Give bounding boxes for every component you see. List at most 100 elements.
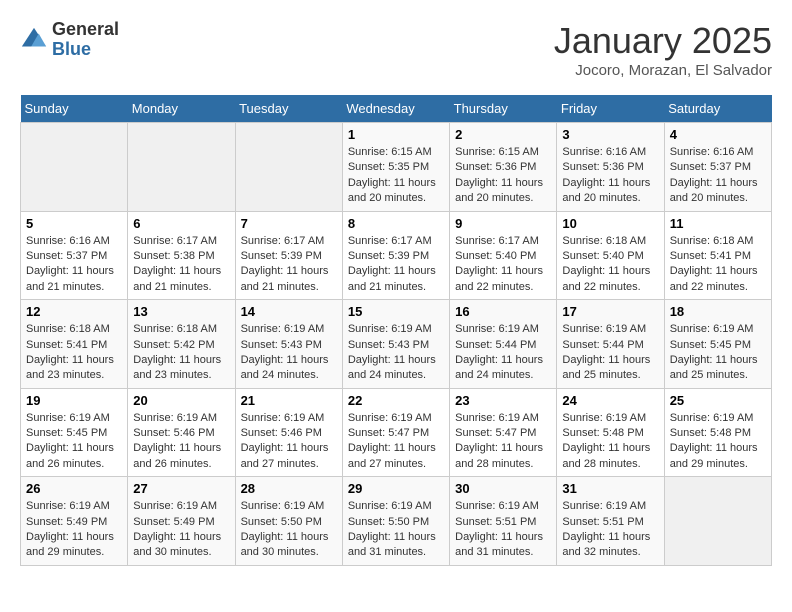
calendar-cell: 29Sunrise: 6:19 AM Sunset: 5:50 PM Dayli…: [342, 477, 449, 566]
calendar-cell: 21 Sunrise: 6:19 AM Sunset: 5:46 PM Dayli…: [235, 388, 342, 477]
weekday-header-thursday: Thursday: [450, 95, 557, 123]
day-info: Sunrise: 6:17 AM Sunset: 5:38 PM Dayligh…: [133, 234, 229, 296]
day-number: 16: [455, 304, 551, 319]
day-info: Sunrise: 6:18 AM Sunset: 5:41 PM Dayligh…: [670, 234, 766, 296]
calendar-cell: 27 Sunrise: 6:19 AM Sunset: 5:49 PM Dayli…: [128, 477, 235, 566]
day-info: Sunrise: 6:19 AM Sunset: 5:45 PM Dayligh…: [26, 411, 122, 473]
day-info: Sunrise: 6:19 AM Sunset: 5:48 PM Dayligh…: [562, 411, 658, 473]
calendar-cell: 1 Sunrise: 6:15 AM Sunset: 5:35 PM Daylig…: [342, 123, 449, 212]
calendar-cell: 16 Sunrise: 6:19 AM Sunset: 5:44 PM Dayli…: [450, 300, 557, 389]
calendar-cell: 20 Sunrise: 6:19 AM Sunset: 5:46 PM Dayli…: [128, 388, 235, 477]
title-block: January 2025 Jocoro, Morazan, El Salvado…: [554, 20, 772, 79]
day-number: 25: [670, 393, 766, 408]
logo-icon: [20, 26, 48, 54]
day-info: Sunrise: 6:19 AM Sunset: 5:43 PM Dayligh…: [241, 322, 337, 384]
calendar-cell: 25 Sunrise: 6:19 AM Sunset: 5:48 PM Dayli…: [664, 388, 771, 477]
day-number: 31: [562, 481, 658, 496]
day-info: Sunrise: 6:19 AM Sunset: 5:46 PM Dayligh…: [241, 411, 337, 473]
day-info: Sunrise: 6:15 AM Sunset: 5:35 PM Dayligh…: [348, 145, 444, 207]
day-info: Sunrise: 6:18 AM Sunset: 5:40 PM Dayligh…: [562, 234, 658, 296]
page-header: General Blue January 2025 Jocoro, Moraza…: [20, 20, 772, 79]
calendar-cell: 4 Sunrise: 6:16 AM Sunset: 5:37 PM Daylig…: [664, 123, 771, 212]
calendar-cell: 18 Sunrise: 6:19 AM Sunset: 5:45 PM Dayli…: [664, 300, 771, 389]
day-info: Sunrise: 6:19 AM Sunset: 5:49 PM Dayligh…: [26, 499, 122, 561]
day-info: Sunrise: 6:17 AM Sunset: 5:39 PM Dayligh…: [241, 234, 337, 296]
day-number: 10: [562, 216, 658, 231]
day-number: 9: [455, 216, 551, 231]
calendar-week-row: 12 Sunrise: 6:18 AM Sunset: 5:41 PM Dayli…: [21, 300, 772, 389]
day-number: 4: [670, 127, 766, 142]
day-number: 8: [348, 216, 444, 231]
calendar-cell: 10 Sunrise: 6:18 AM Sunset: 5:40 PM Dayli…: [557, 211, 664, 300]
day-info: Sunrise: 6:19 AM Sunset: 5:49 PM Dayligh…: [133, 499, 229, 561]
day-info: Sunrise: 6:16 AM Sunset: 5:37 PM Dayligh…: [670, 145, 766, 207]
day-number: 7: [241, 216, 337, 231]
calendar-cell: 2Sunrise: 6:15 AM Sunset: 5:36 PM Daylig…: [450, 123, 557, 212]
calendar-cell: 5 Sunrise: 6:16 AM Sunset: 5:37 PM Daylig…: [21, 211, 128, 300]
day-info: Sunrise: 6:19 AM Sunset: 5:51 PM Dayligh…: [455, 499, 551, 561]
calendar-cell: 13Sunrise: 6:18 AM Sunset: 5:42 PM Dayli…: [128, 300, 235, 389]
calendar-cell: 14 Sunrise: 6:19 AM Sunset: 5:43 PM Dayli…: [235, 300, 342, 389]
weekday-header-friday: Friday: [557, 95, 664, 123]
month-title: January 2025: [554, 20, 772, 62]
day-number: 6: [133, 216, 229, 231]
calendar-week-row: 5 Sunrise: 6:16 AM Sunset: 5:37 PM Daylig…: [21, 211, 772, 300]
weekday-header-row: SundayMondayTuesdayWednesdayThursdayFrid…: [21, 95, 772, 123]
day-number: 24: [562, 393, 658, 408]
day-info: Sunrise: 6:16 AM Sunset: 5:36 PM Dayligh…: [562, 145, 658, 207]
weekday-header-tuesday: Tuesday: [235, 95, 342, 123]
calendar-cell: 11 Sunrise: 6:18 AM Sunset: 5:41 PM Dayli…: [664, 211, 771, 300]
day-number: 20: [133, 393, 229, 408]
calendar-table: SundayMondayTuesdayWednesdayThursdayFrid…: [20, 95, 772, 566]
calendar-cell: 3Sunrise: 6:16 AM Sunset: 5:36 PM Daylig…: [557, 123, 664, 212]
day-info: Sunrise: 6:18 AM Sunset: 5:41 PM Dayligh…: [26, 322, 122, 384]
calendar-week-row: 19 Sunrise: 6:19 AM Sunset: 5:45 PM Dayli…: [21, 388, 772, 477]
day-number: 18: [670, 304, 766, 319]
day-info: Sunrise: 6:19 AM Sunset: 5:44 PM Dayligh…: [562, 322, 658, 384]
calendar-cell: 6 Sunrise: 6:17 AM Sunset: 5:38 PM Daylig…: [128, 211, 235, 300]
weekday-header-saturday: Saturday: [664, 95, 771, 123]
day-info: Sunrise: 6:16 AM Sunset: 5:37 PM Dayligh…: [26, 234, 122, 296]
calendar-cell: 12 Sunrise: 6:18 AM Sunset: 5:41 PM Dayli…: [21, 300, 128, 389]
calendar-week-row: 26 Sunrise: 6:19 AM Sunset: 5:49 PM Dayli…: [21, 477, 772, 566]
calendar-cell: 22Sunrise: 6:19 AM Sunset: 5:47 PM Dayli…: [342, 388, 449, 477]
calendar-cell: 30 Sunrise: 6:19 AM Sunset: 5:51 PM Dayli…: [450, 477, 557, 566]
logo-text: General Blue: [52, 20, 119, 60]
day-info: Sunrise: 6:19 AM Sunset: 5:44 PM Dayligh…: [455, 322, 551, 384]
calendar-cell: 15Sunrise: 6:19 AM Sunset: 5:43 PM Dayli…: [342, 300, 449, 389]
day-number: 12: [26, 304, 122, 319]
day-number: 26: [26, 481, 122, 496]
day-info: Sunrise: 6:19 AM Sunset: 5:43 PM Dayligh…: [348, 322, 444, 384]
day-info: Sunrise: 6:17 AM Sunset: 5:39 PM Dayligh…: [348, 234, 444, 296]
weekday-header-wednesday: Wednesday: [342, 95, 449, 123]
day-number: 19: [26, 393, 122, 408]
day-number: 23: [455, 393, 551, 408]
day-number: 2: [455, 127, 551, 142]
day-number: 1: [348, 127, 444, 142]
calendar-cell: 23Sunrise: 6:19 AM Sunset: 5:47 PM Dayli…: [450, 388, 557, 477]
calendar-cell: 28Sunrise: 6:19 AM Sunset: 5:50 PM Dayli…: [235, 477, 342, 566]
calendar-cell: [128, 123, 235, 212]
day-number: 30: [455, 481, 551, 496]
day-number: 11: [670, 216, 766, 231]
weekday-header-sunday: Sunday: [21, 95, 128, 123]
logo: General Blue: [20, 20, 119, 60]
calendar-cell: [21, 123, 128, 212]
day-info: Sunrise: 6:19 AM Sunset: 5:45 PM Dayligh…: [670, 322, 766, 384]
calendar-cell: 31 Sunrise: 6:19 AM Sunset: 5:51 PM Dayli…: [557, 477, 664, 566]
day-number: 14: [241, 304, 337, 319]
calendar-cell: 8 Sunrise: 6:17 AM Sunset: 5:39 PM Daylig…: [342, 211, 449, 300]
location-text: Jocoro, Morazan, El Salvador: [554, 62, 772, 79]
calendar-cell: 19 Sunrise: 6:19 AM Sunset: 5:45 PM Dayli…: [21, 388, 128, 477]
day-number: 21: [241, 393, 337, 408]
day-info: Sunrise: 6:19 AM Sunset: 5:48 PM Dayligh…: [670, 411, 766, 473]
day-number: 17: [562, 304, 658, 319]
calendar-week-row: 1 Sunrise: 6:15 AM Sunset: 5:35 PM Daylig…: [21, 123, 772, 212]
weekday-header-monday: Monday: [128, 95, 235, 123]
day-number: 27: [133, 481, 229, 496]
day-number: 5: [26, 216, 122, 231]
day-info: Sunrise: 6:18 AM Sunset: 5:42 PM Dayligh…: [133, 322, 229, 384]
day-info: Sunrise: 6:19 AM Sunset: 5:51 PM Dayligh…: [562, 499, 658, 561]
day-info: Sunrise: 6:19 AM Sunset: 5:50 PM Dayligh…: [348, 499, 444, 561]
day-info: Sunrise: 6:19 AM Sunset: 5:46 PM Dayligh…: [133, 411, 229, 473]
